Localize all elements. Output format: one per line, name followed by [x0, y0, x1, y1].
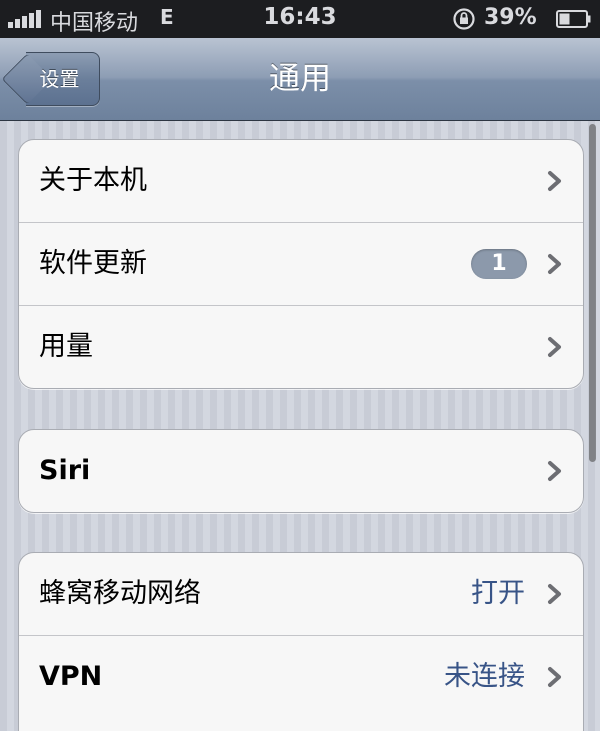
- settings-group-network: 蜂窝移动网络 打开 VPN 未连接: [18, 552, 584, 731]
- row-usage[interactable]: 用量: [19, 306, 583, 388]
- row-cellular[interactable]: 蜂窝移动网络 打开: [19, 553, 583, 636]
- settings-group-siri: Siri: [18, 429, 584, 513]
- row-label: 软件更新: [39, 248, 147, 279]
- rotation-lock-icon: [453, 8, 475, 30]
- battery-percent: 39%: [484, 5, 537, 30]
- back-button-label: 设置: [39, 67, 80, 91]
- chevron-right-icon: [548, 584, 561, 604]
- row-label: 蜂窝移动网络: [39, 578, 201, 609]
- row-value: 打开: [471, 578, 525, 609]
- scrollbar[interactable]: [589, 124, 596, 462]
- back-button[interactable]: 设置: [1, 52, 100, 106]
- chevron-right-icon: [548, 461, 561, 481]
- battery-icon: [556, 10, 591, 28]
- chevron-right-icon: [548, 667, 561, 687]
- row-siri[interactable]: Siri: [19, 430, 583, 512]
- update-count-badge: 1: [471, 249, 527, 279]
- row-vpn[interactable]: VPN 未连接: [19, 636, 583, 718]
- settings-group-device: 关于本机 软件更新 1 用量: [18, 139, 584, 389]
- row-software-update[interactable]: 软件更新 1: [19, 223, 583, 306]
- row-label: 关于本机: [39, 165, 147, 196]
- row-about[interactable]: 关于本机: [19, 140, 583, 223]
- row-value: 未连接: [444, 661, 525, 692]
- row-label: VPN: [39, 661, 103, 692]
- chevron-right-icon: [548, 171, 561, 191]
- screen: 中国移动 E 16:43 39% 通用 设置 关于本机 软件更新 1 用量 Si…: [0, 0, 600, 731]
- status-bar: 中国移动 E 16:43 39%: [0, 0, 600, 38]
- chevron-right-icon: [548, 337, 561, 357]
- row-label: 用量: [39, 331, 93, 362]
- navigation-bar: 通用 设置: [0, 38, 600, 121]
- chevron-right-icon: [548, 254, 561, 274]
- row-label: Siri: [39, 455, 91, 486]
